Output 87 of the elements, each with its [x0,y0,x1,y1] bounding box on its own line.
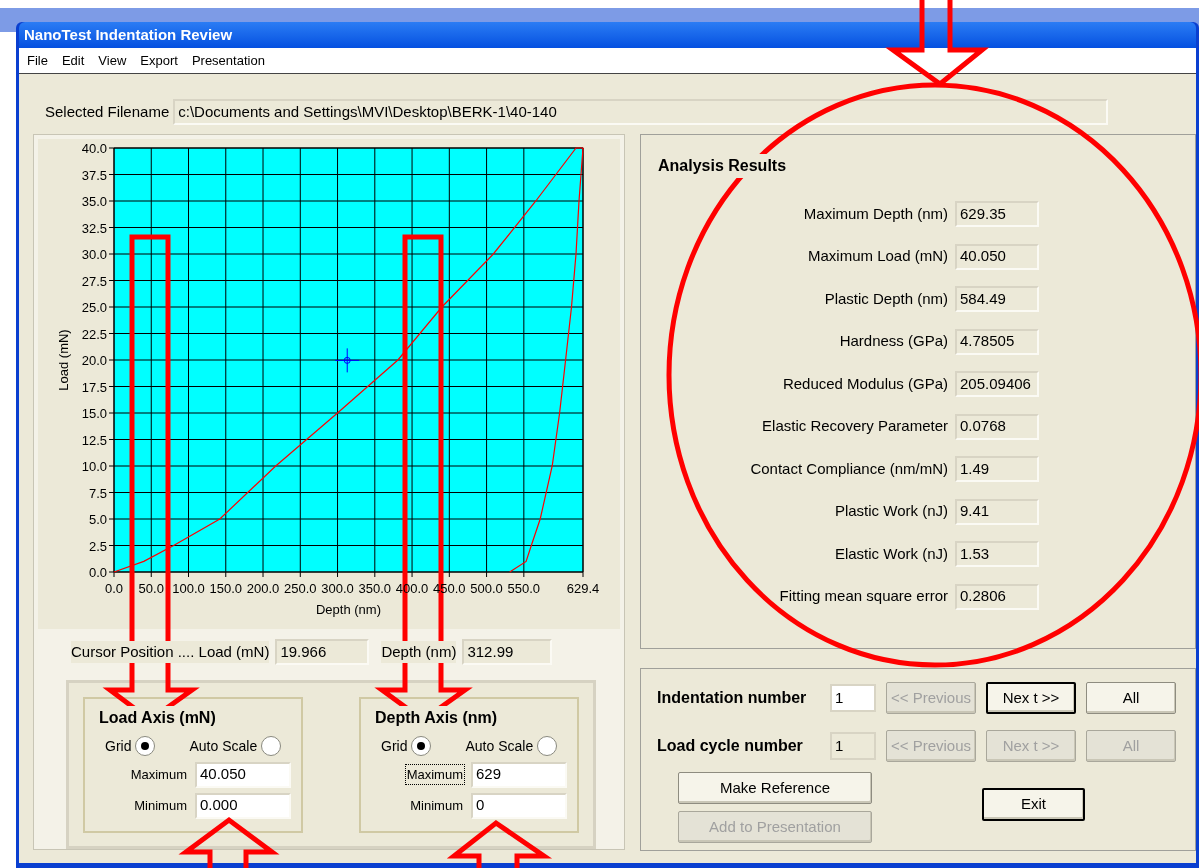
y-tick-label: 7.5 [88,485,107,501]
y-tick-label: 22.5 [81,326,107,342]
result-label: Plastic Work (nJ) [833,501,949,522]
button[interactable]: All [1086,682,1176,714]
x-axis-title: Depth (nm) [316,602,381,617]
field-label: Maximum [404,763,465,786]
radio-label: Auto Scale [465,736,534,756]
result-label: Plastic Depth (nm) [823,288,949,309]
text-field[interactable]: 629.35 [955,201,1039,227]
x-tick-label: 550.0 [507,581,541,596]
text-field[interactable]: 629 [471,761,567,788]
text-field[interactable]: 584.49 [955,286,1039,312]
radio-label: Grid [105,736,132,756]
text-field[interactable]: 0 [471,792,567,819]
result-label: Reduced Modulus (GPa) [781,373,949,394]
menu-item[interactable]: File [27,50,48,71]
y-tick-label: 35.0 [81,194,107,209]
x-tick-label: 300.0 [321,581,354,596]
y-tick-label: 12.5 [81,432,107,448]
window-title: NanoTest Indentation Review [24,24,233,45]
field-label: Minimum [409,796,464,815]
y-tick-label: 30.0 [81,247,107,262]
result-label: Maximum Depth (nm) [802,203,949,224]
result-label: Contact Compliance (nm/mN) [749,458,949,479]
menu-item[interactable]: Export [140,50,178,71]
result-label: Maximum Load (mN) [806,246,949,267]
result-label: Elastic Work (nJ) [833,543,949,564]
menu-item[interactable]: Edit [61,50,85,71]
cursor-label: Depth (nm) [381,640,457,664]
text-field[interactable]: 40.050 [195,761,291,788]
y-tick-label: 20.0 [81,353,107,368]
cursor-crosshair-icon [334,347,360,373]
button[interactable]: Exit [982,788,1085,821]
result-label: Elastic Recovery Parameter [761,416,949,437]
y-axis-title: Load (mN) [56,329,71,391]
x-tick-label: 350.0 [358,581,392,596]
result-label: Hardness (GPa) [838,331,949,352]
radio-button[interactable] [261,736,282,756]
text-field[interactable]: 0.000 [195,792,291,819]
button[interactable]: Nex t >> [986,682,1076,714]
radio-label: Grid [381,736,408,756]
text-field[interactable]: 0.2806 [955,583,1039,610]
y-tick-label: 0.0 [88,565,107,580]
x-tick-label: 200.0 [246,581,280,596]
radio-button[interactable] [135,736,156,756]
result-label: Fitting mean square error [778,586,949,607]
text-field[interactable]: c:\Documents and Settings\MVI\Desktop\BERK-1\40-140 [173,99,1109,125]
x-tick-label: 629.4 [566,581,600,596]
text-field[interactable]: 1.53 [955,541,1039,567]
text-field[interactable]: 0.0768 [955,413,1039,440]
y-tick-label: 40.0 [81,141,107,156]
y-tick-label: 32.5 [81,220,107,236]
menu-item[interactable]: Presentation [191,50,265,71]
x-tick-label: 250.0 [284,581,317,596]
x-tick-label: 150.0 [209,581,243,596]
y-tick-label: 25.0 [81,300,107,315]
field-label: Selected Filename [45,101,170,122]
text-field[interactable]: 9.41 [955,498,1039,525]
text-field[interactable]: 205.09406 [955,371,1039,397]
text-field[interactable]: 4.78505 [955,328,1039,355]
y-tick-label: 17.5 [81,379,107,395]
y-tick-label: 37.5 [81,167,107,183]
cursor-label: Cursor Position .... Load (mN) [71,640,270,664]
text-field[interactable]: 40.050 [955,243,1039,270]
button[interactable]: Make Reference [678,772,872,804]
panel-title: Analysis Results [658,154,787,178]
radio-label: Auto Scale [189,736,258,756]
number-field[interactable]: 1 [830,684,876,712]
radio-button[interactable] [537,736,558,756]
y-tick-label: 10.0 [81,459,107,474]
y-tick-label: 2.5 [88,538,107,554]
field-label: Maximum [129,765,188,784]
text-field[interactable]: 312.99 [462,639,553,665]
text-field[interactable]: 1.49 [955,456,1039,482]
x-tick-label: 0.0 [104,581,124,596]
text-field[interactable]: 19.966 [275,639,370,665]
field-label: Indentation number [656,688,808,708]
y-tick-label: 5.0 [88,512,107,527]
x-tick-label: 500.0 [470,581,503,596]
field-label: Load cycle number [656,736,804,756]
y-tick-label: 15.0 [81,406,107,421]
x-tick-label: 100.0 [172,581,205,596]
menu-item[interactable]: View [98,50,127,71]
radio-button[interactable] [411,736,432,756]
x-tick-label: 50.0 [138,581,164,596]
field-label: Minimum [133,796,188,815]
y-tick-label: 27.5 [81,273,107,289]
